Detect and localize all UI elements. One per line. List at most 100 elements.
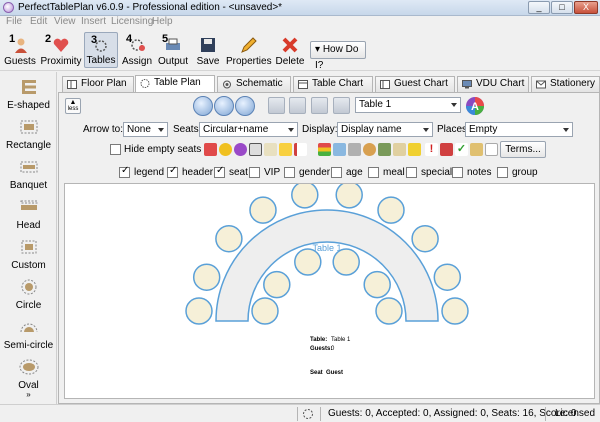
shape-e-shaped[interactable]: E-shaped: [0, 78, 57, 114]
lock-filter-icon[interactable]: [470, 143, 483, 156]
shape-rectangle[interactable]: Rectangle: [0, 118, 57, 154]
legend-checkbox[interactable]: [119, 165, 130, 178]
smiley-filter-icon[interactable]: [219, 143, 232, 156]
list-filter-icon[interactable]: [485, 143, 498, 156]
properties-button[interactable]: Properties: [226, 32, 272, 68]
seat-checkbox[interactable]: [214, 165, 225, 178]
purple-face-filter-icon[interactable]: [234, 143, 247, 156]
seat[interactable]: [294, 248, 322, 276]
terms-button[interactable]: Terms...: [500, 141, 546, 158]
menu-file[interactable]: File: [6, 16, 22, 27]
less-button[interactable]: ▲ less: [65, 98, 81, 114]
stripes-filter-icon[interactable]: [318, 143, 331, 156]
menu-help[interactable]: Help: [152, 16, 173, 27]
tick-filter-icon[interactable]: ✓: [455, 143, 468, 156]
seat[interactable]: [185, 297, 213, 325]
semi-circle-table[interactable]: [215, 209, 439, 322]
shape-circle[interactable]: Circle: [0, 278, 57, 314]
assign-button[interactable]: 4 Assign: [120, 32, 154, 68]
arrow-to-select[interactable]: None: [123, 122, 168, 137]
wheat-filter-icon[interactable]: [393, 143, 406, 156]
shape-head[interactable]: Head: [0, 198, 57, 234]
seat[interactable]: [263, 270, 291, 299]
notes-checkbox[interactable]: [452, 167, 463, 178]
minimize-button[interactable]: _: [528, 1, 550, 14]
zoom-out-icon[interactable]: [235, 96, 255, 116]
close-button[interactable]: X: [574, 1, 598, 14]
tab-vdu-chart[interactable]: VDU Chart: [457, 76, 529, 92]
utensils-filter-icon[interactable]: [264, 143, 277, 156]
skull-filter-icon[interactable]: [249, 143, 262, 156]
tab-table-plan[interactable]: Table Plan: [135, 75, 215, 93]
star-filter-icon[interactable]: [408, 143, 421, 156]
seat[interactable]: [411, 224, 439, 253]
color-wheel-icon[interactable]: A: [465, 96, 485, 116]
up-arrow-icon: ▲: [69, 99, 77, 106]
proximity-button[interactable]: 2 Proximity: [39, 32, 83, 68]
tab-stationery[interactable]: Stationery: [531, 76, 600, 92]
seat[interactable]: [192, 263, 221, 291]
menu-licensing[interactable]: Licensing: [111, 16, 153, 27]
seat[interactable]: [377, 196, 405, 224]
first-table-button[interactable]: [268, 97, 285, 114]
seat[interactable]: [433, 263, 462, 291]
group-checkbox[interactable]: [497, 167, 508, 178]
special-checkbox[interactable]: [406, 167, 417, 178]
previous-table-button[interactable]: [289, 97, 306, 114]
heart-filter-icon[interactable]: [204, 143, 217, 156]
bread-filter-icon[interactable]: [363, 143, 376, 156]
seat[interactable]: [215, 224, 243, 253]
display-select[interactable]: Display name: [337, 122, 433, 137]
menu-view[interactable]: View: [54, 16, 76, 27]
next-table-button[interactable]: [311, 97, 328, 114]
seat[interactable]: [441, 297, 469, 325]
more-shapes-icon[interactable]: »: [0, 390, 57, 400]
main-toolbar: 1 Guests 2 Proximity 3 Tables 4 Assign 5…: [0, 29, 600, 71]
table-select[interactable]: Table 1: [355, 97, 461, 113]
places-select[interactable]: Empty: [465, 122, 573, 137]
seat[interactable]: [335, 184, 363, 209]
tables-button[interactable]: 3 Tables: [84, 32, 118, 68]
save-button[interactable]: Save: [194, 32, 222, 68]
tab-floor-plan[interactable]: Floor Plan: [62, 76, 134, 92]
tools-filter-icon[interactable]: [348, 143, 361, 156]
gender-checkbox[interactable]: [284, 167, 295, 178]
tab-guest-chart[interactable]: Guest Chart: [375, 76, 455, 92]
last-table-button[interactable]: [333, 97, 350, 114]
header-checkbox[interactable]: [167, 165, 178, 178]
leaf-filter-icon[interactable]: [378, 143, 391, 156]
hide-empty-seats-label: Hide empty seats: [124, 144, 202, 155]
hide-empty-seats-checkbox[interactable]: [110, 144, 121, 155]
seat[interactable]: [363, 270, 391, 299]
seat[interactable]: [291, 184, 319, 209]
shape-banquet[interactable]: Banquet: [0, 158, 57, 194]
guests-button[interactable]: 1 Guests: [3, 32, 37, 68]
tab-table-chart[interactable]: Table Chart: [293, 76, 373, 92]
delete-button[interactable]: Delete: [274, 32, 306, 68]
shape-custom[interactable]: Custom: [0, 238, 57, 274]
shape-oval[interactable]: Oval: [0, 358, 57, 394]
meal-checkbox[interactable]: [368, 167, 379, 178]
menu-edit[interactable]: Edit: [30, 16, 47, 27]
zoom-fit-icon[interactable]: [193, 96, 213, 116]
seat[interactable]: [249, 196, 277, 224]
vip-checkbox[interactable]: [249, 167, 260, 178]
maximize-button[interactable]: □: [551, 1, 573, 14]
age-checkbox[interactable]: [331, 167, 342, 178]
how-do-i-button[interactable]: ▾ How Do I?: [310, 41, 366, 71]
output-button[interactable]: 5 Output: [156, 32, 190, 68]
fish-filter-icon[interactable]: [333, 143, 346, 156]
pin-filter-icon[interactable]: [440, 143, 453, 156]
zoom-in-icon[interactable]: [214, 96, 234, 116]
flag-filter-icon[interactable]: [294, 143, 307, 156]
printer-icon: [166, 38, 180, 50]
seat[interactable]: [332, 248, 360, 276]
lightning-filter-icon[interactable]: [279, 143, 292, 156]
exclamation-filter-icon[interactable]: !: [425, 143, 438, 156]
menu-insert[interactable]: Insert: [81, 16, 106, 27]
seat[interactable]: [251, 297, 279, 325]
shape-semi-circle[interactable]: Semi-circle: [0, 318, 57, 354]
seat[interactable]: [375, 297, 403, 325]
seats-select[interactable]: Circular+name: [199, 122, 298, 137]
tab-schematic[interactable]: Schematic: [217, 76, 291, 92]
